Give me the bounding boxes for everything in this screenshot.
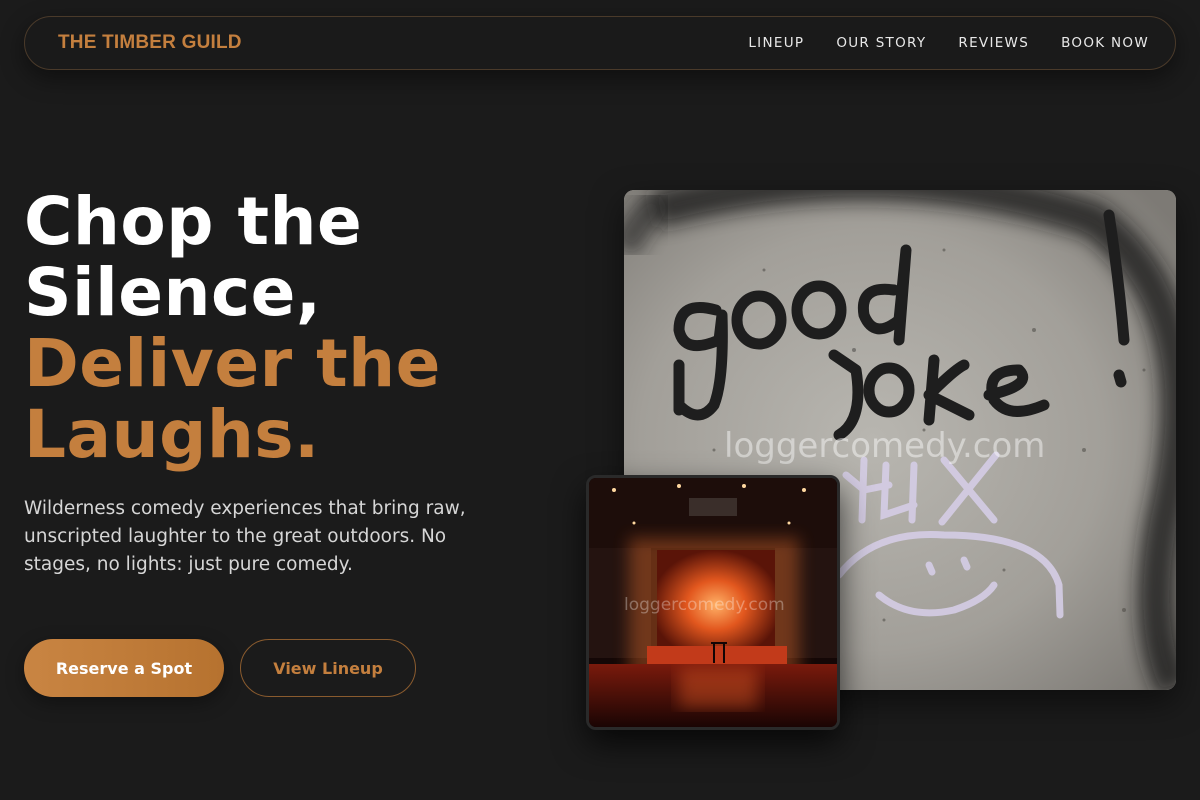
nav-link-lineup[interactable]: LINEUP xyxy=(748,35,804,51)
top-navbar: THE TIMBER GUILD LINEUP OUR STORY REVIEW… xyxy=(24,16,1176,70)
stage-photo: loggercomedy.com xyxy=(586,475,840,730)
nav-link-reviews[interactable]: REVIEWS xyxy=(958,35,1029,51)
stage-photo-art xyxy=(589,478,837,727)
nav-links: LINEUP OUR STORY REVIEWS BOOK NOW xyxy=(748,35,1149,51)
hero-title-accent-line-2: Laughs. xyxy=(24,396,320,473)
view-lineup-button[interactable]: View Lineup xyxy=(240,639,416,697)
hero-title-line-1: Chop the xyxy=(24,183,363,260)
hero-title: Chop the Silence, Deliver the Laughs. xyxy=(24,186,441,470)
nav-link-book-now[interactable]: BOOK NOW xyxy=(1061,35,1149,51)
nav-link-our-story[interactable]: OUR STORY xyxy=(836,35,926,51)
hero-title-line-2: Silence, xyxy=(24,254,322,331)
hero-subtitle: Wilderness comedy experiences that bring… xyxy=(24,498,466,575)
brand-logo[interactable]: THE TIMBER GUILD xyxy=(58,32,242,54)
hero-title-accent-line-1: Deliver the xyxy=(24,325,441,402)
reserve-spot-button[interactable]: Reserve a Spot xyxy=(24,639,224,697)
